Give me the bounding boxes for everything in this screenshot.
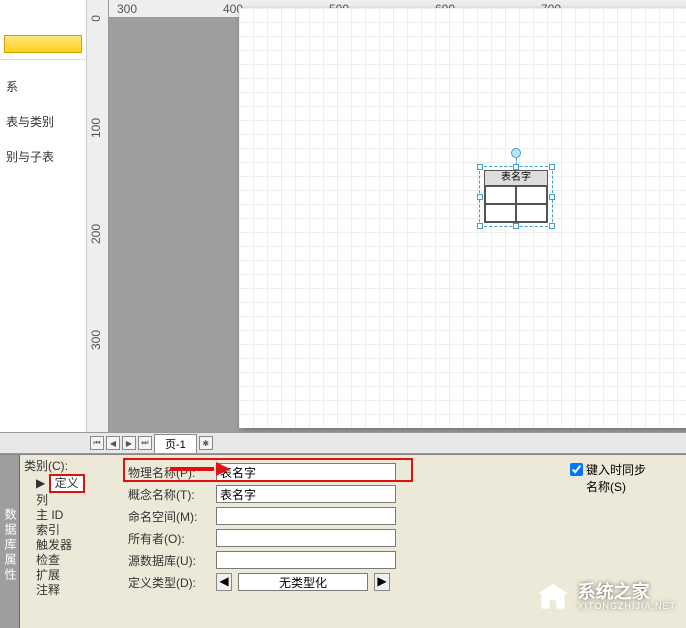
tree-node[interactable]: 扩展 [22,568,118,583]
toolbar-highlight [0,0,86,60]
tree-node[interactable]: 触发器 [22,538,118,553]
concept-name-label: 概念名称(T): [128,486,210,503]
hint-item[interactable]: 别与子表 [0,130,86,165]
drawing-page[interactable]: 表名字 [239,8,686,428]
tree-node[interactable]: 检查 [22,553,118,568]
resize-handle[interactable] [477,164,483,170]
deftype-next-icon[interactable]: ▶ [374,573,390,591]
watermark: 系统之家 XITONGZHIJIA.NET [536,582,676,612]
tab-nav-last-icon[interactable]: ⏭ [138,436,152,450]
tree-node[interactable]: 注释 [22,583,118,598]
watermark-title: 系统之家 [578,583,676,601]
resize-handle[interactable] [477,194,483,200]
resize-handle[interactable] [549,164,555,170]
deftype-select[interactable] [238,573,368,591]
table-entity-shape[interactable]: 表名字 [484,170,548,223]
sync-names-checkbox[interactable] [570,463,583,476]
tab-new-icon[interactable]: ✱ [199,436,213,450]
tree-node-definition[interactable]: ▶ 定义 [22,474,118,493]
tab-nav-next-icon[interactable]: ▶ [122,436,136,450]
deftype-prev-icon[interactable]: ◀ [216,573,232,591]
sync-names-label: 键入时同步名称(S) [586,461,656,495]
resize-handle[interactable] [477,223,483,229]
annotation-arrow-icon [170,462,230,476]
tab-nav-prev-icon[interactable]: ◀ [106,436,120,450]
connector-point-icon[interactable] [511,148,521,158]
hint-item[interactable]: 系 [0,60,86,95]
sourcedb-input[interactable] [216,551,396,569]
tab-nav-first-icon[interactable]: ⏮ [90,436,104,450]
watermark-subtitle: XITONGZHIJIA.NET [578,601,676,612]
highlight-box [123,458,413,482]
tree-node[interactable]: 列 [22,493,118,508]
page-tabbar: ⏮ ◀ ▶ ⏭ 页-1 ✱ [0,432,686,454]
canvas-area[interactable]: 300 400 500 600 700 表名字 [109,0,686,432]
properties-pane-title: 数据库属性 [0,455,20,628]
sync-checkbox-group[interactable]: 键入时同步名称(S) [570,461,656,495]
selection-outline [479,166,553,227]
vertical-ruler: 0 100 200 300 [87,0,109,432]
left-sidebar: 系 表与类别 别与子表 [0,0,87,432]
deftype-label: 定义类型(D): [128,574,210,591]
namespace-input[interactable] [216,507,396,525]
resize-handle[interactable] [513,164,519,170]
resize-handle[interactable] [513,223,519,229]
namespace-label: 命名空间(M): [128,508,210,525]
resize-handle[interactable] [549,194,555,200]
tree-root[interactable]: 类别(C): [22,459,118,474]
page-tab[interactable]: 页-1 [154,434,197,453]
owner-label: 所有者(O): [128,530,210,547]
tree-node[interactable]: 索引 [22,523,118,538]
tree-node[interactable]: 主 ID [22,508,118,523]
sourcedb-label: 源数据库(U): [128,552,210,569]
properties-tree[interactable]: 类别(C): ▶ 定义 列 主 ID 索引 触发器 检查 扩展 注释 [20,455,120,628]
hint-item[interactable]: 表与类别 [0,95,86,130]
concept-name-input[interactable] [216,485,396,503]
resize-handle[interactable] [549,223,555,229]
watermark-logo-icon [536,582,570,612]
owner-input[interactable] [216,529,396,547]
